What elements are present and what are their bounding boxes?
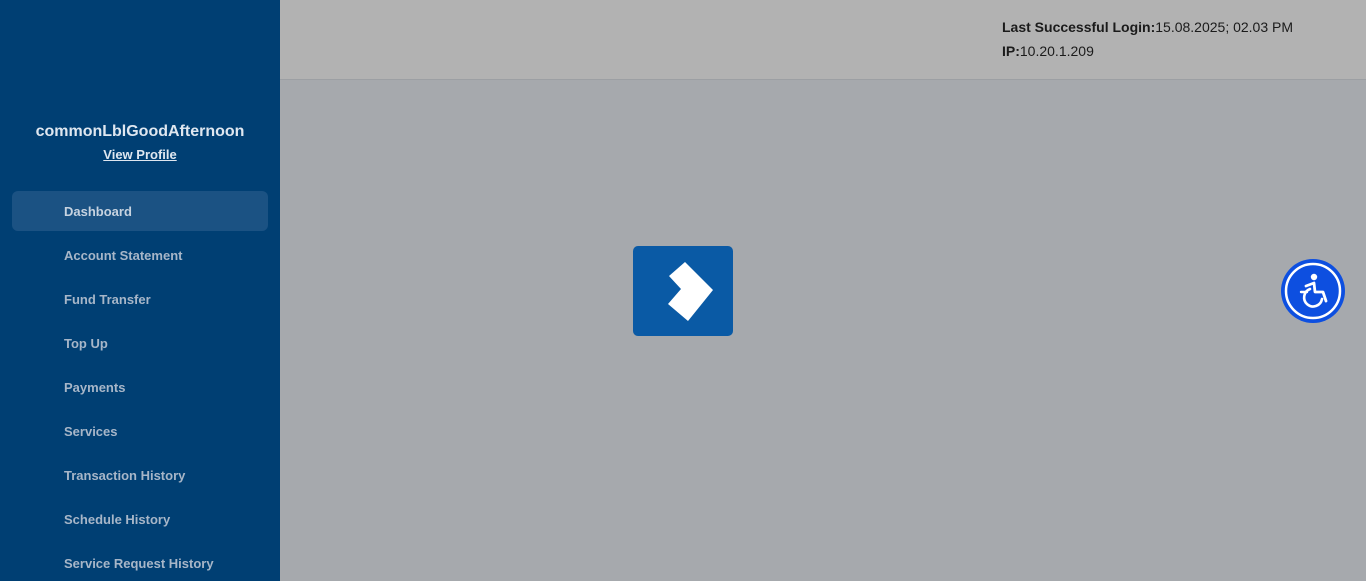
sidebar-item-services[interactable]: Services	[12, 411, 268, 451]
sidebar-item-schedule-history[interactable]: Schedule History	[12, 499, 268, 539]
greeting-text: commonLblGoodAfternoon	[35, 123, 245, 140]
sidebar-item-dashboard[interactable]: Dashboard	[12, 191, 268, 231]
accessibility-button[interactable]	[1281, 259, 1345, 323]
ip-label: IP:	[1002, 43, 1020, 59]
ip-value: 10.20.1.209	[1019, 43, 1094, 59]
accessibility-icon	[1284, 262, 1342, 320]
sidebar-item-payments[interactable]: Payments	[12, 367, 268, 407]
ip-info: IP:10.20.1.209	[1002, 43, 1094, 59]
chevron-right-icon	[668, 262, 713, 321]
last-login-value: 15.08.2025; 02.03 PM	[1155, 19, 1294, 35]
sidebar-item-transaction-history[interactable]: Transaction History	[12, 455, 268, 495]
loading-spinner	[633, 246, 733, 336]
header-bar: Last Successful Login:15.08.2025; 02.03 …	[280, 0, 1366, 80]
sidebar-item-top-up[interactable]: Top Up	[12, 323, 268, 363]
sidebar-item-account-statement[interactable]: Account Statement	[12, 235, 268, 275]
view-profile-link[interactable]: View Profile	[0, 147, 280, 162]
last-login-info: Last Successful Login:15.08.2025; 02.03 …	[1002, 19, 1293, 35]
sidebar: commonLblGoodAfternoon View Profile Dash…	[0, 0, 280, 581]
sidebar-item-service-request-history[interactable]: Service Request History	[12, 543, 268, 581]
sidebar-item-fund-transfer[interactable]: Fund Transfer	[12, 279, 268, 319]
sidebar-nav: Dashboard Account Statement Fund Transfe…	[12, 191, 268, 581]
last-login-label: Last Successful Login:	[1002, 19, 1156, 35]
